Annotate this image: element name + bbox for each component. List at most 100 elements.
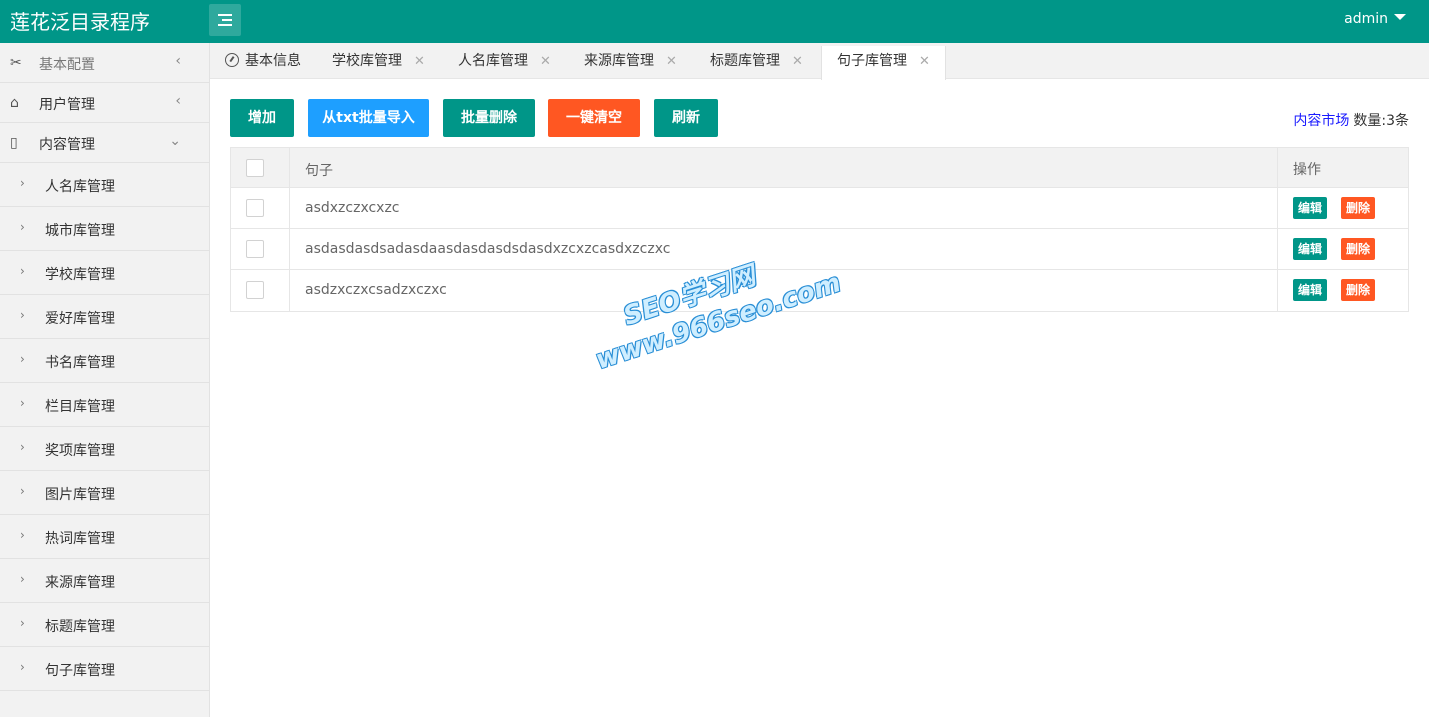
tab-label: 学校库管理 <box>332 53 402 69</box>
sidebar-item-label: 用户管理 <box>39 97 95 113</box>
select-all-checkbox[interactable] <box>246 159 264 177</box>
close-icon[interactable]: ✕ <box>666 54 677 69</box>
column-header-ops: 操作 <box>1293 162 1321 178</box>
refresh-button[interactable]: 刷新 <box>654 99 718 137</box>
tab-bar: 基本信息 学校库管理 ✕ 人名库管理 ✕ 来源库管理 ✕ 标题库管理 ✕ 句子库管理 ✕ <box>210 43 1429 80</box>
sidebar-item-label: 基本配置 <box>39 57 95 73</box>
chevron-left-icon: ‹ <box>175 93 181 109</box>
menu-toggle-icon <box>218 14 232 16</box>
import-txt-button[interactable]: 从txt批量导入 <box>308 99 429 137</box>
sidebar-item-label: 句子库管理 <box>45 663 115 679</box>
sidebar-item-images[interactable]: › 图片库管理 <box>0 471 209 515</box>
tools-icon: ✂ <box>10 55 22 71</box>
tab-sentences[interactable]: 句子库管理 ✕ <box>821 46 946 80</box>
clear-all-button[interactable]: 一键清空 <box>548 99 640 137</box>
tab-names[interactable]: 人名库管理 ✕ <box>458 46 551 79</box>
sidebar: ✂ 基本配置 ‹ ⌂ 用户管理 ‹ ▯ 内容管理 ⌄ › 人名库管理 › 城市库管理… <box>0 43 210 717</box>
sidebar-item-label: 来源库管理 <box>45 575 115 591</box>
app-title: 莲花泛目录程序 <box>10 10 150 34</box>
caret-down-icon <box>1394 14 1406 20</box>
sidebar-item-titles[interactable]: › 标题库管理 <box>0 603 209 647</box>
edit-button[interactable]: 编辑 <box>1293 279 1327 301</box>
chevron-right-icon: › <box>20 308 25 322</box>
sidebar-item-sentences[interactable]: › 句子库管理 <box>0 647 209 691</box>
sidebar-item-label: 学校库管理 <box>45 267 115 283</box>
row-sentence: asdzxczxcsadzxczxc <box>305 282 447 298</box>
item-count: 数量:3条 <box>1353 113 1409 129</box>
tab-titles[interactable]: 标题库管理 ✕ <box>710 46 803 79</box>
chevron-left-icon: ‹ <box>175 53 181 69</box>
top-header: 莲花泛目录程序 admin <box>0 0 1429 43</box>
tab-label: 人名库管理 <box>458 53 528 69</box>
add-button[interactable]: 增加 <box>230 99 294 137</box>
tab-label: 标题库管理 <box>710 53 780 69</box>
tab-label: 来源库管理 <box>584 53 654 69</box>
user-menu[interactable]: admin <box>1344 11 1406 27</box>
sidebar-item-label: 图片库管理 <box>45 487 115 503</box>
document-icon: ▯ <box>10 135 18 151</box>
close-icon[interactable]: ✕ <box>792 54 803 69</box>
sidebar-item-content-management[interactable]: ▯ 内容管理 ⌄ <box>0 123 209 163</box>
sidebar-item-label: 人名库管理 <box>45 179 115 195</box>
sidebar-item-label: 内容管理 <box>39 137 95 153</box>
sidebar-item-label: 爱好库管理 <box>45 311 115 327</box>
content-market-link[interactable]: 内容市场 <box>1293 113 1349 129</box>
sidebar-item-label: 书名库管理 <box>45 355 115 371</box>
sidebar-item-cities[interactable]: › 城市库管理 <box>0 207 209 251</box>
delete-button[interactable]: 删除 <box>1341 238 1375 260</box>
chevron-right-icon: › <box>20 176 25 190</box>
table-row: asdxzczxcxzc 编辑 删除 <box>231 188 1408 229</box>
chevron-down-icon: ⌄ <box>169 133 181 149</box>
close-icon[interactable]: ✕ <box>414 54 425 69</box>
row-checkbox[interactable] <box>246 240 264 258</box>
edit-button[interactable]: 编辑 <box>1293 197 1327 219</box>
chevron-right-icon: › <box>20 220 25 234</box>
sidebar-item-label: 热词库管理 <box>45 531 115 547</box>
sidebar-item-names[interactable]: › 人名库管理 <box>0 163 209 207</box>
chevron-right-icon: › <box>20 572 25 586</box>
sidebar-item-hobbies[interactable]: › 爱好库管理 <box>0 295 209 339</box>
chevron-right-icon: › <box>20 396 25 410</box>
chevron-right-icon: › <box>20 528 25 542</box>
table-header: 句子 操作 <box>231 148 1408 188</box>
column-header-sentence: 句子 <box>305 163 333 179</box>
sidebar-item-label: 城市库管理 <box>45 223 115 239</box>
batch-delete-button[interactable]: 批量删除 <box>443 99 535 137</box>
delete-button[interactable]: 删除 <box>1341 197 1375 219</box>
row-checkbox[interactable] <box>246 199 264 217</box>
tab-sources[interactable]: 来源库管理 ✕ <box>584 46 677 79</box>
close-icon[interactable]: ✕ <box>919 54 930 69</box>
row-sentence: asdxzczxcxzc <box>305 200 400 216</box>
sidebar-item-schools[interactable]: › 学校库管理 <box>0 251 209 295</box>
close-icon[interactable]: ✕ <box>540 54 551 69</box>
home-icon: ⌂ <box>10 95 19 111</box>
row-sentence: asdasdasdsadasdaasdasdasdsdasdxzcxzcasdx… <box>305 241 671 257</box>
chevron-right-icon: › <box>20 352 25 366</box>
delete-button[interactable]: 删除 <box>1341 279 1375 301</box>
tab-schools[interactable]: 学校库管理 ✕ <box>332 46 425 79</box>
sidebar-item-sources[interactable]: › 来源库管理 <box>0 559 209 603</box>
content-market-info: 内容市场 数量:3条 <box>1293 110 1409 130</box>
chevron-right-icon: › <box>20 440 25 454</box>
sidebar-item-basic-config[interactable]: ✂ 基本配置 ‹ <box>0 43 209 83</box>
dashboard-icon <box>225 53 239 67</box>
chevron-right-icon: › <box>20 616 25 630</box>
chevron-right-icon: › <box>20 264 25 278</box>
chevron-right-icon: › <box>20 484 25 498</box>
edit-button[interactable]: 编辑 <box>1293 238 1327 260</box>
chevron-right-icon: › <box>20 660 25 674</box>
tab-basic-info[interactable]: 基本信息 <box>225 46 301 79</box>
sidebar-item-label: 栏目库管理 <box>45 399 115 415</box>
sidebar-item-books[interactable]: › 书名库管理 <box>0 339 209 383</box>
sidebar-item-hotwords[interactable]: › 热词库管理 <box>0 515 209 559</box>
row-checkbox[interactable] <box>246 281 264 299</box>
sidebar-item-awards[interactable]: › 奖项库管理 <box>0 427 209 471</box>
tab-label: 句子库管理 <box>837 53 907 69</box>
sidebar-item-label: 标题库管理 <box>45 619 115 635</box>
tab-label: 基本信息 <box>245 53 301 69</box>
username: admin <box>1344 11 1388 27</box>
sidebar-item-user-management[interactable]: ⌂ 用户管理 ‹ <box>0 83 209 123</box>
sidebar-item-label: 奖项库管理 <box>45 443 115 459</box>
menu-toggle-button[interactable] <box>209 4 241 36</box>
sidebar-item-columns[interactable]: › 栏目库管理 <box>0 383 209 427</box>
